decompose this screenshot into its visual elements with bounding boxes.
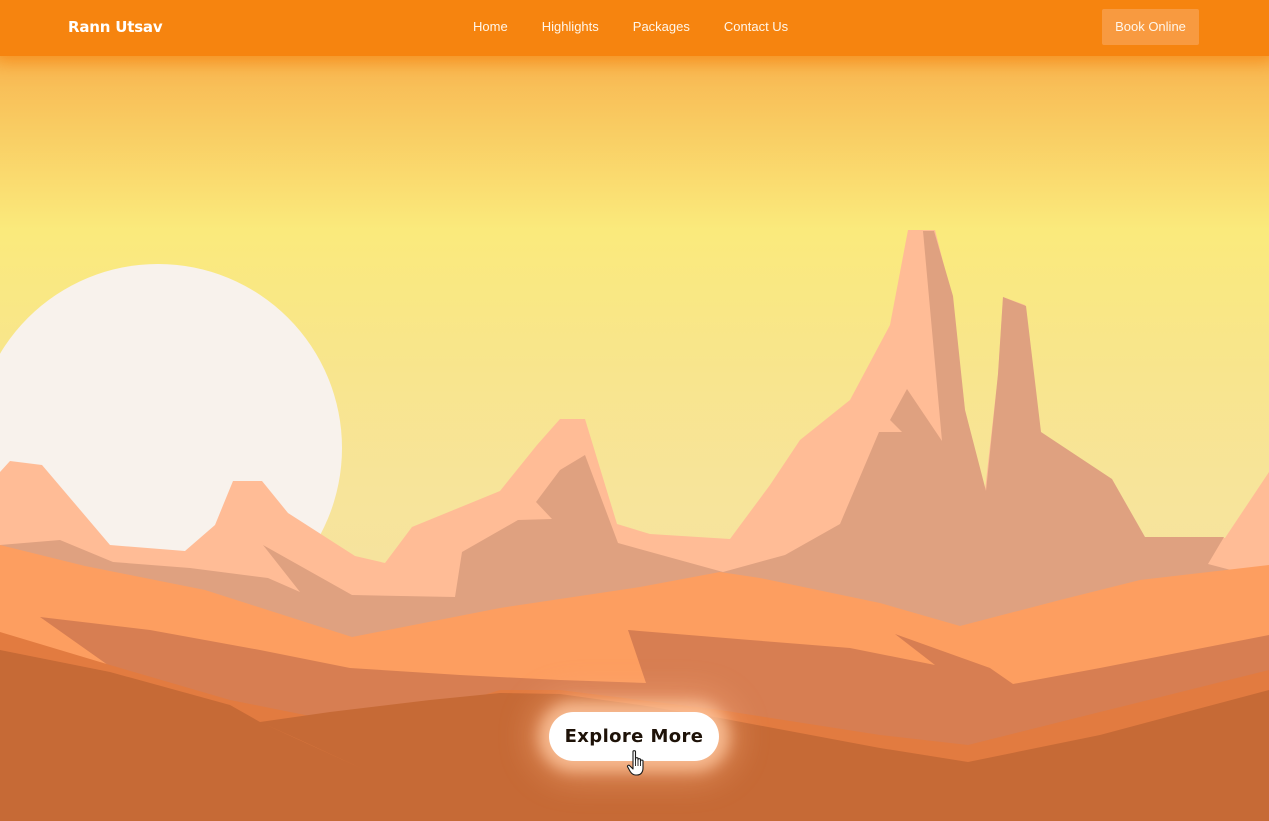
- top-navbar: Rann Utsav Home Highlights Packages Cont…: [0, 0, 1269, 56]
- book-online-button[interactable]: Book Online: [1102, 9, 1199, 45]
- brand-logo[interactable]: Rann Utsav: [68, 17, 163, 37]
- nav-link-packages[interactable]: Packages: [633, 19, 690, 35]
- hero-page: Rann Utsav Home Highlights Packages Cont…: [0, 0, 1269, 821]
- hand-pointer-icon: [626, 750, 644, 776]
- nav-link-contact-us[interactable]: Contact Us: [724, 19, 788, 35]
- nav-link-home[interactable]: Home: [473, 19, 508, 35]
- nav-links: Home Highlights Packages Contact Us: [473, 19, 822, 35]
- nav-link-highlights[interactable]: Highlights: [542, 19, 599, 35]
- desert-landscape-illustration: [0, 230, 1269, 821]
